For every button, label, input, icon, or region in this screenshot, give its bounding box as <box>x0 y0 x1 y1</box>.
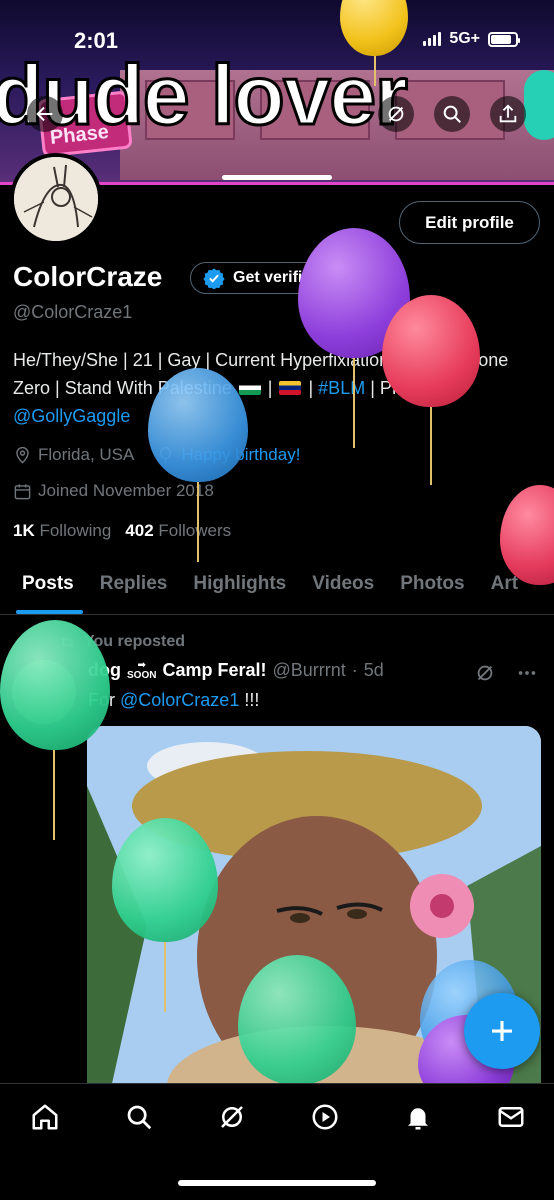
grok-nav-icon <box>221 1106 243 1128</box>
share-button[interactable] <box>490 96 526 132</box>
bottom-nav <box>0 1083 554 1200</box>
display-name: ColorCraze <box>13 261 163 292</box>
balloon-string <box>197 482 199 562</box>
calendar-icon <box>14 483 31 499</box>
venezuela-flag-icon <box>279 381 302 395</box>
followers-count: 402 <box>125 521 154 540</box>
nav-grok[interactable] <box>217 1102 247 1132</box>
search-nav-icon <box>127 1105 152 1130</box>
home-indicator <box>178 1180 376 1186</box>
handle: @ColorCraze1 <box>13 302 133 322</box>
tab-posts[interactable]: Posts <box>0 565 87 614</box>
mail-icon <box>498 1107 524 1127</box>
post-text: For @ColorCraze1 !!! <box>88 690 259 711</box>
bio-hashtag-link[interactable]: #BLM <box>318 378 365 398</box>
grok-button[interactable] <box>378 96 414 132</box>
avatar[interactable] <box>10 153 102 245</box>
more-options-icon[interactable] <box>516 662 538 684</box>
video-icon <box>312 1104 338 1130</box>
bio-separator: | <box>303 378 319 398</box>
share-icon <box>499 104 517 123</box>
back-button[interactable] <box>27 96 63 132</box>
bio-mention-link[interactable]: @GollyGaggle <box>13 406 130 426</box>
post-time: 5d <box>363 660 384 680</box>
avatar-sketch <box>14 157 98 241</box>
home-icon <box>32 1104 58 1130</box>
following-count: 1K <box>13 521 35 540</box>
joined-row: Joined November 2018 <box>13 481 214 501</box>
post-actions <box>474 662 538 684</box>
nav-home[interactable] <box>30 1102 60 1132</box>
post-header: dog ➡SOON Camp Feral! @Burrrnt·5d <box>88 660 384 681</box>
tab-replies[interactable]: Replies <box>87 565 181 614</box>
battery-icon <box>488 31 520 47</box>
bell-icon <box>408 1108 428 1130</box>
balloon-green <box>112 818 218 942</box>
network-label: 5G+ <box>449 30 480 47</box>
nav-video[interactable] <box>310 1102 340 1132</box>
battery-fill <box>491 34 512 44</box>
location-text: Florida, USA <box>38 445 135 464</box>
tab-videos[interactable]: Videos <box>299 565 387 614</box>
search-button[interactable] <box>434 96 470 132</box>
balloon-string <box>53 750 55 840</box>
balloon-string <box>353 358 355 448</box>
profile-tabs: Posts Replies Highlights Videos Photos A… <box>0 565 554 615</box>
post-handle[interactable]: @Burrrnt <box>272 660 345 681</box>
nav-notifications[interactable] <box>403 1102 433 1132</box>
compose-plus-icon <box>492 1021 512 1041</box>
banner-pull-indicator <box>222 175 332 180</box>
search-icon <box>443 105 461 123</box>
balloon-string <box>374 56 376 86</box>
palestine-flag-icon <box>238 381 261 395</box>
followers-link[interactable]: 402 Followers <box>125 521 231 541</box>
back-arrow-icon <box>36 106 53 122</box>
balloon-blue <box>148 368 248 482</box>
soon-badge: SOON <box>127 669 157 681</box>
banner-teal-figure <box>524 70 554 140</box>
status-indicators: 5G+ <box>423 30 520 48</box>
followers-label: Followers <box>158 521 232 540</box>
edit-profile-button[interactable]: Edit profile <box>399 201 540 244</box>
grok-post-icon[interactable] <box>474 662 496 684</box>
status-time: 2:01 <box>74 28 119 53</box>
balloon-green <box>238 955 356 1085</box>
verified-badge-icon <box>203 268 225 289</box>
post-author-suffix[interactable]: Camp Feral! <box>162 660 266 681</box>
nav-search[interactable] <box>124 1102 154 1132</box>
nav-messages[interactable] <box>496 1102 526 1132</box>
grok-icon <box>388 106 404 122</box>
following-label: Following <box>39 521 112 540</box>
balloon-string <box>164 942 166 1012</box>
compose-button[interactable] <box>464 993 540 1069</box>
banner-overlay-text: dude lover <box>0 48 409 142</box>
post-text-suffix: !!! <box>239 690 260 710</box>
location-icon <box>16 446 29 464</box>
tab-highlights[interactable]: Highlights <box>180 565 299 614</box>
balloon-string <box>430 407 432 485</box>
joined-text: Joined November 2018 <box>38 481 214 500</box>
bio-separator: | <box>262 378 278 398</box>
tab-photos[interactable]: Photos <box>387 565 477 614</box>
soon-arrow-icon: ➡ SOON <box>127 659 157 681</box>
post-mention-link[interactable]: @ColorCraze1 <box>120 690 239 710</box>
signal-icon <box>423 32 442 46</box>
following-link[interactable]: 1K Following <box>13 521 111 541</box>
balloon-red <box>382 295 480 407</box>
balloon-green <box>0 620 110 750</box>
